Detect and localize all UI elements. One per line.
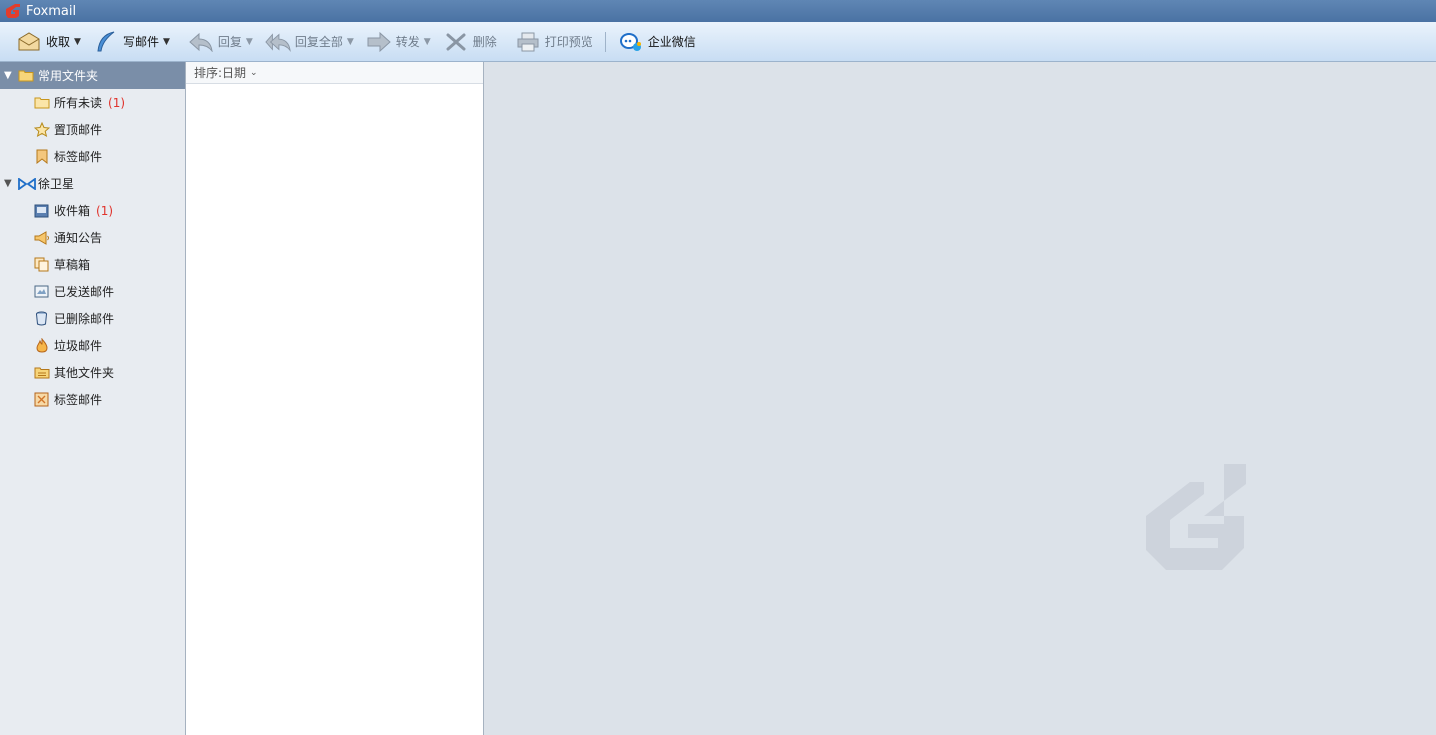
folder-pinned[interactable]: 置顶邮件 [0, 116, 185, 143]
folder-label: 已删除邮件 [54, 312, 115, 326]
print-preview-button[interactable]: 打印预览 [509, 27, 599, 57]
reply-label: 回复 [217, 35, 242, 49]
mail-list-pane: 排序:日期 ⌄ [186, 62, 484, 735]
folder-label: 其他文件夹 [54, 366, 115, 380]
folder-icon [33, 95, 50, 111]
feather-pen-icon [93, 31, 119, 53]
envelope-icon [16, 31, 42, 53]
preview-pane [484, 62, 1436, 735]
folder-label: 收件箱 [54, 204, 91, 218]
folder-label: 垃圾邮件 [54, 339, 103, 353]
receive-button[interactable]: 收取 ▼ [10, 27, 87, 57]
chevron-down-icon[interactable]: ▼ [163, 37, 170, 47]
delete-label: 删除 [472, 35, 497, 49]
folder-tagged[interactable]: 标签邮件 [0, 143, 185, 170]
folder-sent[interactable]: 已发送邮件 [0, 278, 185, 305]
toolbar-divider [604, 31, 606, 52]
unread-count-badge: (1) [108, 95, 126, 110]
account-label: 徐卫星 [38, 177, 75, 191]
reply-all-button[interactable]: 回复全部 ▼ [259, 27, 360, 57]
chevron-down-icon[interactable]: ▼ [347, 37, 354, 47]
reply-all-label: 回复全部 [294, 35, 343, 49]
sort-dropdown[interactable]: 排序:日期 ⌄ [186, 62, 483, 84]
collapse-triangle-icon[interactable]: ▼ [4, 178, 16, 189]
reply-all-arrow-icon [265, 31, 291, 53]
sort-label: 排序:日期 [194, 66, 247, 80]
chevron-down-icon[interactable]: ▼ [246, 37, 253, 47]
delete-button[interactable]: 删除 [437, 27, 503, 57]
common-folders-group[interactable]: ▼ 常用文件夹 [0, 62, 185, 89]
folder-label: 草稿箱 [54, 258, 91, 272]
printer-icon [515, 31, 541, 53]
trash-icon [33, 311, 50, 327]
sent-icon [33, 284, 50, 300]
compose-button[interactable]: 写邮件 ▼ [87, 27, 176, 57]
junk-icon [33, 338, 50, 354]
chevron-down-icon[interactable]: ▼ [74, 37, 81, 47]
wework-label: 企业微信 [647, 35, 696, 49]
forward-arrow-icon [366, 31, 392, 53]
common-folders-label: 常用文件夹 [38, 69, 99, 83]
other-folder-icon [33, 365, 50, 381]
folder-junk[interactable]: 垃圾邮件 [0, 332, 185, 359]
chevron-down-icon[interactable]: ▼ [424, 37, 431, 47]
foxmail-logo-icon [6, 4, 20, 18]
receive-label: 收取 [46, 35, 71, 49]
window-title: Foxmail [26, 3, 77, 19]
folder-tag-mail[interactable]: 标签邮件 [0, 386, 185, 413]
folder-inbox[interactable]: 收件箱 (1) [0, 197, 185, 224]
reply-button[interactable]: 回复 ▼ [182, 27, 259, 57]
print-preview-label: 打印预览 [544, 35, 593, 49]
folder-drafts[interactable]: 草稿箱 [0, 251, 185, 278]
folder-sidebar: ▼ 常用文件夹 所有未读 (1) 置顶邮件 标签邮件 ▼ 徐卫星 收件箱 (1)… [0, 62, 186, 735]
compose-label: 写邮件 [122, 35, 159, 49]
drafts-icon [33, 257, 50, 273]
star-icon [33, 122, 50, 138]
folder-notices[interactable]: 通知公告 [0, 224, 185, 251]
account-group[interactable]: ▼ 徐卫星 [0, 170, 185, 197]
wework-chat-icon [618, 31, 644, 53]
bookmark-icon [33, 149, 50, 165]
toolbar: 收取 ▼ 写邮件 ▼ 回复 ▼ 回复全部 ▼ 转发 ▼ 删除 打印预览 企业微信 [0, 22, 1436, 62]
folder-label: 标签邮件 [54, 150, 103, 164]
collapse-triangle-icon[interactable]: ▼ [4, 70, 16, 81]
tag-icon [33, 392, 50, 408]
reply-arrow-icon [188, 31, 214, 53]
delete-x-icon [443, 31, 469, 53]
forward-label: 转发 [395, 35, 420, 49]
folder-label: 标签邮件 [54, 393, 103, 407]
folder-label: 所有未读 [54, 96, 103, 110]
folder-label: 置顶邮件 [54, 123, 103, 137]
folder-icon [18, 68, 36, 84]
inbox-icon [33, 203, 50, 219]
megaphone-icon [33, 230, 50, 246]
wework-account-icon [18, 176, 36, 192]
chevron-down-icon: ⌄ [250, 67, 258, 78]
unread-count-badge: (1) [96, 203, 114, 218]
folder-label: 通知公告 [54, 231, 103, 245]
forward-button[interactable]: 转发 ▼ [360, 27, 437, 57]
folder-other[interactable]: 其他文件夹 [0, 359, 185, 386]
wework-button[interactable]: 企业微信 [612, 27, 702, 57]
folder-label: 已发送邮件 [54, 285, 115, 299]
folder-all-unread[interactable]: 所有未读 (1) [0, 89, 185, 116]
foxmail-watermark-logo [1146, 464, 1246, 570]
folder-deleted[interactable]: 已删除邮件 [0, 305, 185, 332]
title-bar: Foxmail [0, 0, 1436, 22]
